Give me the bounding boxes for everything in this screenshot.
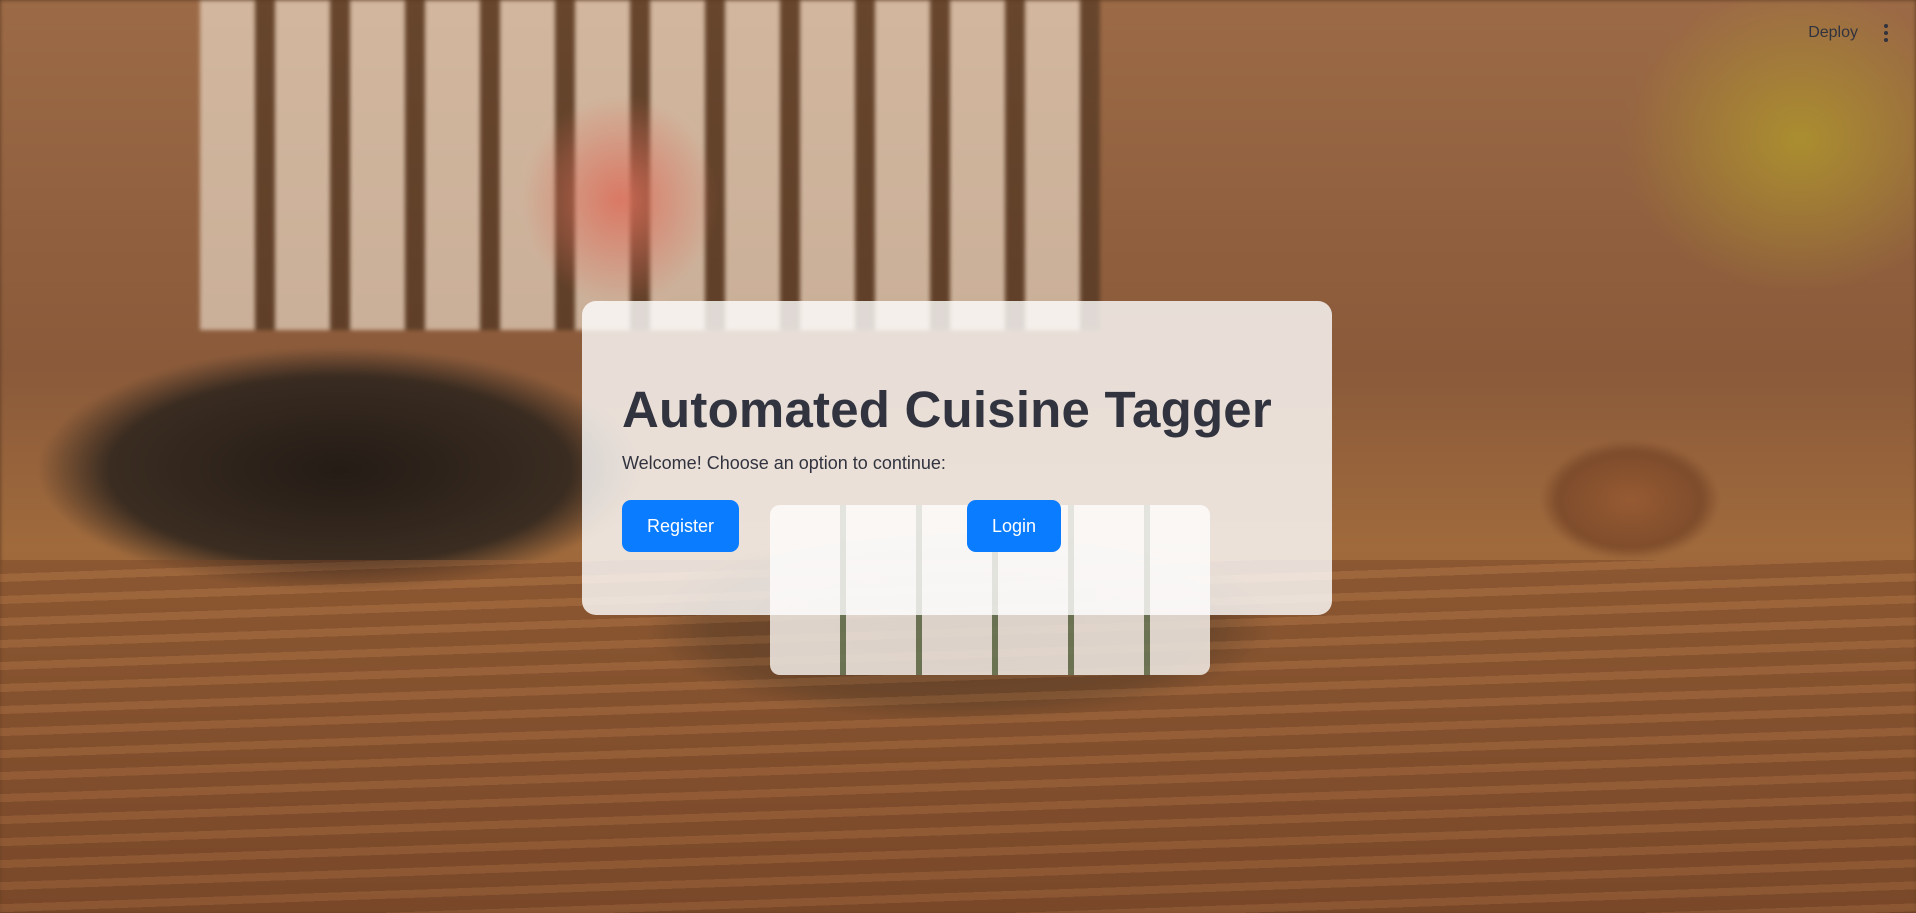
menu-dot	[1884, 31, 1888, 35]
kebab-menu-icon[interactable]	[1878, 22, 1894, 44]
menu-dot	[1884, 24, 1888, 28]
app-root: Deploy Automated Cuisine Tagger Welcome!…	[0, 0, 1916, 913]
action-buttons: Register Login	[622, 500, 1292, 552]
welcome-text: Welcome! Choose an option to continue:	[622, 453, 946, 473]
welcome-card: Automated Cuisine Tagger Welcome! Choose…	[582, 301, 1332, 615]
top-toolbar: Deploy	[1802, 20, 1894, 46]
login-button[interactable]: Login	[967, 500, 1062, 552]
register-button[interactable]: Register	[622, 500, 740, 552]
deploy-button[interactable]: Deploy	[1802, 20, 1864, 46]
menu-dot	[1884, 38, 1888, 42]
page-title: Automated Cuisine Tagger	[622, 381, 1272, 438]
